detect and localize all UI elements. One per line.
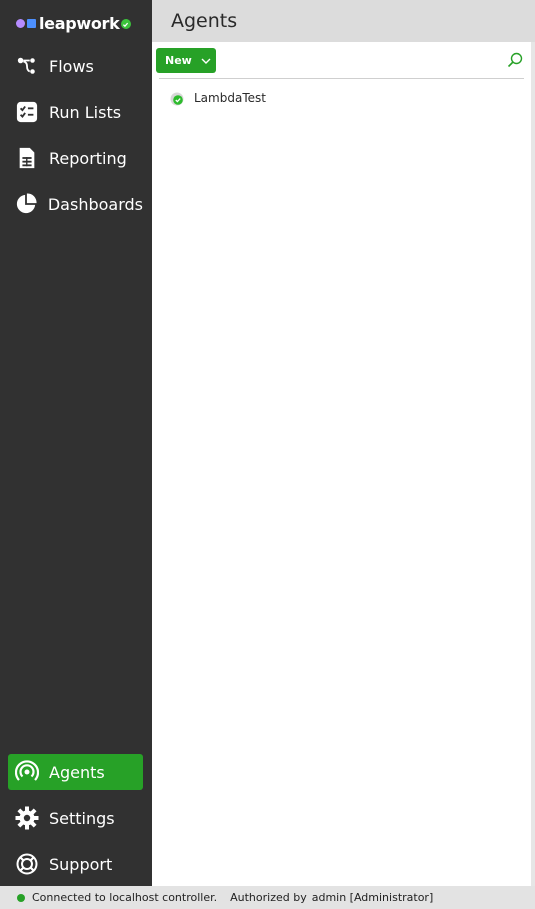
sidebar-item-support[interactable]: Support: [8, 846, 143, 882]
logo-text: leapwork: [39, 13, 120, 33]
status-bar: Connected to localhost controller. Autho…: [0, 886, 535, 909]
sidebar-item-dashboards[interactable]: Dashboards: [8, 186, 143, 222]
authorized-label: Authorized by: [230, 891, 307, 904]
sidebar-item-label: Agents: [49, 762, 105, 782]
sidebar: leapwork Flows Run Lists Reporting Dashb…: [0, 0, 152, 886]
sidebar-item-label: Reporting: [49, 148, 127, 168]
sidebar-item-label: Settings: [49, 808, 115, 828]
connection-status-icon: [17, 893, 25, 902]
flows-icon: [15, 54, 39, 78]
sidebar-item-agents[interactable]: Agents: [8, 754, 143, 790]
run-lists-icon: [15, 100, 39, 124]
reporting-icon: [15, 146, 39, 170]
search-icon[interactable]: [507, 52, 523, 68]
sidebar-item-settings[interactable]: Settings: [8, 800, 143, 836]
authorized-user: admin [Administrator]: [311, 891, 434, 904]
new-button-label: New: [165, 54, 192, 67]
logo-check-badge-icon: [120, 19, 131, 29]
sidebar-item-reporting[interactable]: Reporting: [8, 140, 143, 176]
agent-name: LambdaTest: [194, 91, 266, 105]
connection-status-text: Connected to localhost controller.: [32, 891, 218, 904]
logo[interactable]: leapwork: [16, 12, 131, 34]
logo-dot-icon: [16, 18, 25, 28]
page-title: Agents: [171, 10, 238, 32]
logo-square-icon: [27, 18, 36, 28]
sidebar-item-label: Run Lists: [49, 102, 122, 122]
agent-list-item[interactable]: LambdaTest: [170, 89, 266, 107]
sidebar-item-label: Flows: [49, 56, 94, 76]
agents-panel: New LambdaTest: [152, 42, 531, 886]
dashboards-icon: [15, 192, 38, 216]
sidebar-item-run-lists[interactable]: Run Lists: [8, 94, 143, 130]
app-window: leapwork Flows Run Lists Reporting Dashb…: [0, 0, 535, 909]
sidebar-item-label: Support: [49, 854, 113, 874]
toolbar-divider: [159, 78, 524, 79]
sidebar-item-flows[interactable]: Flows: [8, 48, 143, 84]
agent-connected-status-icon: [170, 91, 184, 106]
agents-icon: [15, 760, 39, 784]
settings-icon: [15, 806, 39, 830]
page-header: Agents: [152, 0, 535, 42]
new-button[interactable]: New: [156, 48, 216, 73]
sidebar-item-label: Dashboards: [47, 194, 143, 214]
support-icon: [15, 852, 39, 876]
chevron-down-icon: [201, 58, 211, 64]
